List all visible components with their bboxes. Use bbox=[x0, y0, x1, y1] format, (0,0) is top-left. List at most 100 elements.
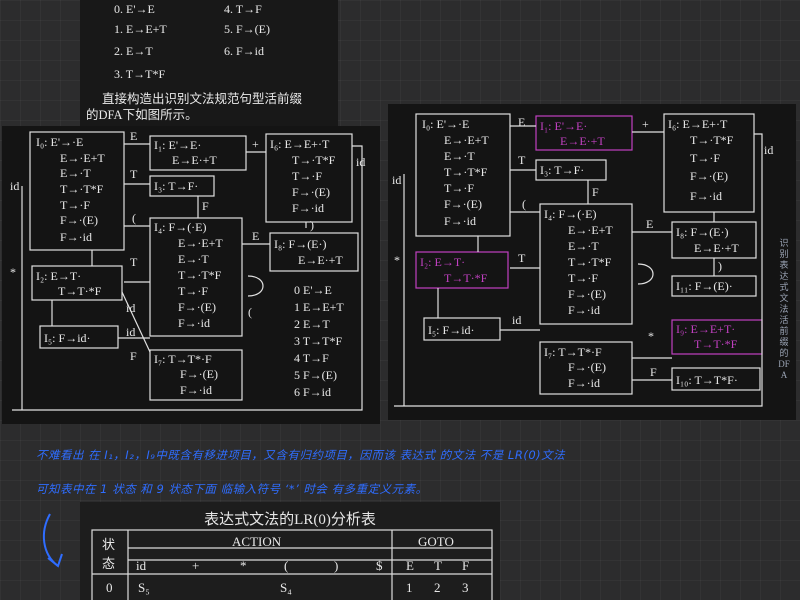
col-lp: ( bbox=[284, 558, 288, 573]
left-I7-2: F→·id bbox=[180, 383, 212, 397]
left-I0-2: E→·T bbox=[60, 166, 91, 180]
left-I0-6: F→·id bbox=[60, 230, 92, 244]
left-list-6: 6 F→id bbox=[294, 385, 331, 399]
row0-T: 2 bbox=[434, 580, 441, 595]
edge-E2: E bbox=[252, 229, 259, 243]
left-I6-4: F→·id bbox=[292, 201, 324, 215]
left-I4-6: F→·id bbox=[178, 316, 210, 330]
right-I4-4: T→·F bbox=[568, 271, 598, 285]
col-rp: ) bbox=[334, 558, 338, 573]
redge-lp: ( bbox=[522, 197, 526, 211]
grammar-caption-2: 的DFA下如图所示。 bbox=[86, 108, 198, 122]
right-I4-0: I₄: F→(·E) bbox=[544, 207, 597, 221]
dfa-slide-left: I₀: E'→·E E→·E+T E→·T T→·T*F T→·F F→·(E)… bbox=[2, 126, 380, 424]
right-I2-0: I₂: E→T· bbox=[420, 255, 465, 269]
left-I6-0: I₆: E→E+·T bbox=[270, 137, 330, 151]
right-I7-2: F→·id bbox=[568, 376, 600, 390]
redge-id2: id bbox=[764, 143, 773, 157]
right-I0-0: I₀: E'→·E bbox=[422, 117, 469, 131]
production-3: 3. T→T*F bbox=[114, 67, 166, 81]
left-list-1: 1 E→E+T bbox=[294, 300, 344, 314]
left-I6-2: T→·F bbox=[292, 169, 322, 183]
left-I0-0: I₀: E'→·E bbox=[36, 135, 83, 149]
lr0-table-slide: 表达式文法的LR(0)分析表 状 态 ACTION GOTO id + * ( … bbox=[80, 502, 500, 600]
right-I8-0: I₈: F→(E·) bbox=[676, 225, 729, 239]
redge-plus: + bbox=[642, 117, 649, 131]
left-I1-1: E→E·+T bbox=[172, 153, 217, 167]
production-1: 1. E→E+T bbox=[114, 22, 167, 36]
right-I6-4: F→·id bbox=[690, 189, 722, 203]
edge-F2: F bbox=[130, 349, 137, 363]
right-I9-1: T→T·*F bbox=[694, 337, 738, 351]
col-T: T bbox=[434, 558, 442, 573]
left-list-4: 4 T→F bbox=[294, 351, 329, 365]
edge-plus: + bbox=[252, 137, 259, 151]
left-I2-1: T→T·*F bbox=[58, 284, 102, 298]
edge-id: id bbox=[10, 179, 19, 193]
right-I7-1: F→·(E) bbox=[568, 360, 606, 374]
left-I5: I₅: F→id· bbox=[44, 331, 91, 345]
edge-T: T bbox=[130, 167, 138, 181]
right-I10: I₁₀: T→T*F· bbox=[676, 373, 738, 387]
redge-E2: E bbox=[646, 217, 653, 231]
right-I3: I₃: T→F· bbox=[540, 163, 584, 177]
right-I4-1: E→·E+T bbox=[568, 223, 613, 237]
dfa-right-diagram: I₀: E'→·E E→·E+T E→·T T→·T*F T→·F F→·(E)… bbox=[392, 113, 773, 407]
left-I6-1: T→·T*F bbox=[292, 153, 336, 167]
row0-F: 3 bbox=[462, 580, 469, 595]
arrow-icon bbox=[42, 513, 63, 568]
redge-star: * bbox=[394, 253, 400, 267]
left-I1-0: I₁: E'→E· bbox=[154, 138, 201, 152]
left-I0-1: E→·E+T bbox=[60, 151, 105, 165]
left-list-3: 3 T→T*F bbox=[294, 334, 342, 348]
right-I4-5: F→·(E) bbox=[568, 287, 606, 301]
redge-E: E bbox=[518, 115, 525, 129]
right-I0-4: T→·F bbox=[444, 181, 474, 195]
left-list-2: 2 E→T bbox=[294, 317, 330, 331]
redge-rp: ) bbox=[718, 259, 722, 273]
left-I0-5: F→·(E) bbox=[60, 213, 98, 227]
right-I8-1: E→E·+T bbox=[694, 241, 739, 255]
left-I0-3: T→·T*F bbox=[60, 182, 104, 196]
note-line-1: 不难看出 在 I₁，I₂，I₉中既含有移进项目，又含有归约项目，因而该 表达式 … bbox=[36, 448, 566, 462]
right-I2-1: T→T·*F bbox=[444, 271, 488, 285]
left-I8-0: I₈: F→(E·) bbox=[274, 237, 327, 251]
left-I6-3: F→·(E) bbox=[292, 185, 330, 199]
right-I0-5: F→·(E) bbox=[444, 197, 482, 211]
edge-E: E bbox=[130, 129, 137, 143]
right-I4-2: E→·T bbox=[568, 239, 599, 253]
edge-lp2: ( bbox=[248, 305, 252, 319]
right-I1-1: E→E·+T bbox=[560, 134, 605, 148]
row0-id: S₅ bbox=[138, 580, 150, 595]
row0-state: 0 bbox=[106, 580, 113, 595]
left-I4-5: F→·(E) bbox=[178, 300, 216, 314]
left-I4-0: I₄: F→(·E) bbox=[154, 220, 207, 234]
edge-id3: id bbox=[126, 301, 135, 315]
left-I0-4: T→·F bbox=[60, 198, 90, 212]
table-state-header-2: 态 bbox=[102, 556, 115, 571]
right-I0-6: F→·id bbox=[444, 214, 476, 228]
dfa-slide-right: I₀: E'→·E E→·E+T E→·T T→·T*F T→·F F→·(E)… bbox=[388, 104, 796, 420]
edge-F: F bbox=[202, 199, 209, 213]
redge-id: id bbox=[392, 173, 401, 187]
redge-F: F bbox=[592, 185, 599, 199]
right-I6-0: I₆: E→E+·T bbox=[668, 117, 728, 131]
edge-star: * bbox=[10, 265, 16, 279]
right-I0-1: E→·E+T bbox=[444, 133, 489, 147]
table-state-header-1: 状 bbox=[102, 537, 115, 552]
right-I1-0: I₁: E'→E· bbox=[540, 119, 587, 133]
row0-E: 1 bbox=[406, 580, 413, 595]
grammar-slide: 0. E'→E 4. T→F 1. E→E+T 5. F→(E) 2. E→T … bbox=[80, 0, 338, 130]
right-I0-3: T→·T*F bbox=[444, 165, 488, 179]
redge-T: T bbox=[518, 153, 526, 167]
lr0-table-grid: 状 态 ACTION GOTO id + * ( ) $ E T F 0 S₅ … bbox=[91, 529, 493, 600]
production-4: 4. T→F bbox=[224, 2, 262, 16]
left-I8-1: E→E·+T bbox=[298, 253, 343, 267]
right-I0-2: E→·T bbox=[444, 149, 475, 163]
right-I4-3: T→·T*F bbox=[568, 255, 612, 269]
redge-star2: * bbox=[648, 329, 654, 343]
right-I11: I₁₁: F→(E)· bbox=[676, 279, 733, 293]
edge-id2: id bbox=[356, 155, 365, 169]
edge-id4: id bbox=[126, 325, 135, 339]
left-I3: I₃: T→F· bbox=[154, 179, 198, 193]
